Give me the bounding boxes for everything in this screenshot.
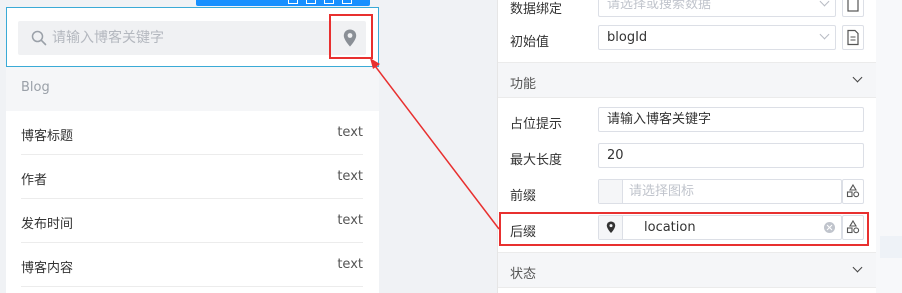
annotation-arrow <box>370 58 500 230</box>
